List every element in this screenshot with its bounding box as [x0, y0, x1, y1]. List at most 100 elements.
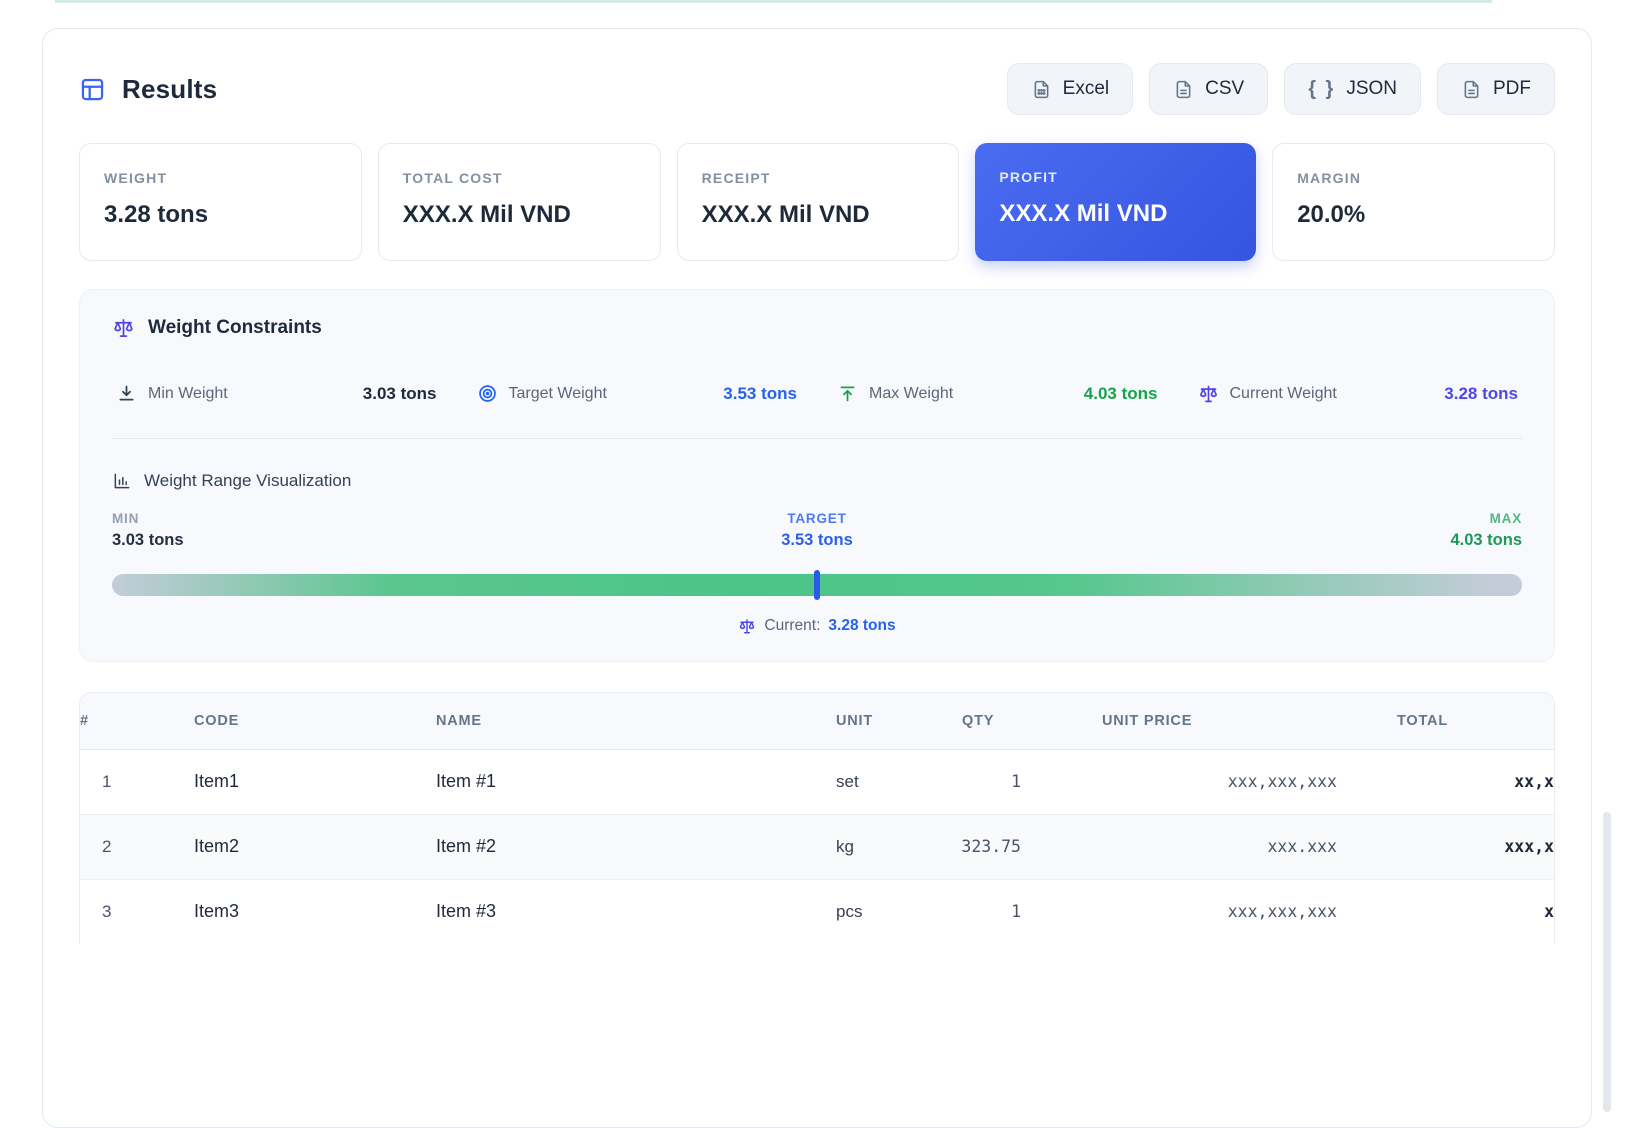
export-json-label: JSON — [1346, 78, 1397, 99]
weight-range-title: Weight Range Visualization — [144, 471, 352, 490]
current-weight-value: 3.28 tons — [1444, 383, 1518, 403]
export-csv-button[interactable]: CSV — [1149, 63, 1269, 115]
max-weight-value: 4.03 tons — [1083, 383, 1158, 403]
row-name: Item #1 — [436, 771, 497, 791]
weight-card-value: 3.28 tons — [104, 201, 209, 228]
results-header: Results Excel CSV {} JSON PDF — [79, 63, 1555, 115]
min-weight-label: Min Weight — [148, 384, 228, 402]
weight-range-bar — [112, 570, 1522, 600]
export-buttons: Excel CSV { } JSON PDF — [1006, 63, 1555, 115]
weight-card: WEIGHT 3.28 tons — [79, 143, 362, 261]
export-pdf-button[interactable]: PDF — [1437, 63, 1555, 115]
total-cost-card: TOTAL COST XXX.X Mil VND — [377, 143, 661, 261]
row-code: Item1 — [194, 771, 240, 791]
panel-divider — [112, 438, 1522, 439]
top-accent-line — [55, 0, 1492, 3]
row-num: 2 — [80, 813, 170, 879]
range-target-label: TARGET — [787, 511, 847, 526]
row-qty: 1 — [1011, 772, 1021, 791]
row-qty: 1 — [907, 878, 1047, 944]
scrollbar[interactable] — [1603, 812, 1611, 1112]
export-csv-label: CSV — [1205, 78, 1245, 99]
margin-card-value: 20.0% — [1297, 201, 1366, 228]
col-header-unit-price: UNIT PRICE — [1047, 693, 1347, 750]
braces-icon: { } — [1308, 77, 1336, 100]
results-card: Results Excel CSV {} JSON PDF WEIGHT 3.… — [42, 28, 1592, 1128]
col-header-num: # — [80, 693, 170, 750]
row-code: Item2 — [170, 813, 412, 879]
col-header-name: NAME — [412, 693, 812, 750]
total-cost-card-label: TOTAL COST — [402, 170, 503, 186]
current-label: Current: — [764, 617, 821, 634]
row-name: Item #3 — [412, 878, 812, 944]
arrow-up-from-line-icon — [837, 383, 858, 404]
row-qty: 323.75 — [907, 813, 1047, 879]
range-max-value: 4.03 tons — [1450, 531, 1522, 549]
table-icon — [79, 76, 106, 103]
receipt-card-label: RECEIPT — [701, 170, 771, 186]
range-max-label: MAX — [1489, 511, 1522, 526]
target-weight-value: 3.53 tons — [723, 383, 797, 403]
current-value: 3.28 tons — [828, 617, 896, 634]
target-weight-stat: Target Weight 3.53 tons — [477, 383, 797, 404]
total-cost-card-value: XXX.X Mil VND — [402, 201, 571, 228]
profit-card-label: PROFIT — [999, 169, 1058, 185]
scale-icon — [112, 316, 135, 339]
file-lines-icon — [1461, 79, 1482, 100]
col-header-total: TOTAL — [1347, 693, 1554, 750]
margin-card: MARGIN 20.0% — [1272, 143, 1555, 261]
range-min-label: MIN — [112, 511, 140, 526]
range-min: MIN 3.03 tons — [112, 511, 184, 550]
table-row[interactable]: 1 Item1 Item #1 set 1 xxx,xxx,xxx xx,x — [80, 749, 1554, 814]
table-header-row: # CODE NAME UNIT QTY UNIT PRICE TOTAL — [80, 693, 1554, 750]
export-excel-button[interactable]: Excel — [1006, 63, 1134, 115]
min-weight-value: 3.03 tons — [362, 383, 437, 403]
max-weight-label: Max Weight — [869, 384, 954, 402]
constraint-stats: Min Weight 3.03 tons Target Weight 3.53 … — [112, 383, 1522, 404]
arrow-down-to-line-icon — [116, 383, 137, 404]
row-unit-price: xxx.xxx — [1047, 813, 1347, 879]
table-row[interactable]: 2 Item2 Item #2 kg 323.75 xxx.xxx xxx,x — [80, 813, 1554, 879]
row-total: xxx,x — [1347, 813, 1554, 879]
file-spreadsheet-icon — [1031, 79, 1052, 100]
row-unit: pcs — [812, 878, 907, 944]
row-unit-price: xxx,xxx,xxx — [1047, 878, 1347, 944]
receipt-card: RECEIPT XXX.X Mil VND — [676, 143, 960, 261]
max-weight-stat: Max Weight 4.03 tons — [837, 383, 1158, 404]
page-title: Results — [122, 73, 218, 104]
weight-card-label: WEIGHT — [104, 170, 168, 186]
weight-constraints-title: Weight Constraints — [148, 316, 322, 338]
target-icon — [477, 383, 498, 404]
current-weight-line: Current: 3.28 tons — [112, 617, 1522, 635]
export-excel-label: Excel — [1062, 78, 1110, 99]
row-num: 1 — [102, 771, 112, 791]
profit-card-value: XXX.X Mil VND — [999, 200, 1168, 227]
row-name: Item #2 — [412, 813, 812, 879]
row-code: Item3 — [170, 878, 412, 944]
scale-icon — [738, 617, 756, 635]
export-pdf-label: PDF — [1493, 78, 1531, 99]
scale-icon — [1198, 383, 1219, 404]
range-min-value: 3.03 tons — [112, 531, 184, 549]
current-weight-stat: Current Weight 3.28 tons — [1198, 383, 1518, 404]
row-total: xx,x — [1514, 772, 1554, 791]
file-lines-icon — [1173, 79, 1194, 100]
range-max: MAX 4.03 tons — [1450, 511, 1522, 550]
receipt-card-value: XXX.X Mil VND — [701, 201, 870, 228]
row-num: 3 — [80, 878, 170, 944]
target-marker[interactable] — [814, 570, 820, 600]
range-target: TARGET 3.53 tons — [184, 511, 1451, 550]
row-total: x — [1347, 878, 1554, 944]
profit-card: PROFIT XXX.X Mil VND — [975, 143, 1257, 261]
summary-cards: WEIGHT 3.28 tons TOTAL COST XXX.X Mil VN… — [79, 143, 1555, 261]
col-header-code: CODE — [170, 693, 412, 750]
table-row[interactable]: 3 Item3 Item #3 pcs 1 xxx,xxx,xxx x — [80, 878, 1554, 944]
target-weight-label: Target Weight — [508, 384, 607, 402]
min-weight-stat: Min Weight 3.03 tons — [116, 383, 437, 404]
export-json-button[interactable]: { } JSON — [1284, 63, 1421, 115]
range-target-value: 3.53 tons — [781, 531, 853, 549]
row-unit: set — [836, 771, 859, 791]
items-table: # CODE NAME UNIT QTY UNIT PRICE TOTAL 1 … — [79, 692, 1555, 944]
current-weight-label: Current Weight — [1229, 384, 1337, 402]
col-header-unit: UNIT — [812, 693, 907, 750]
